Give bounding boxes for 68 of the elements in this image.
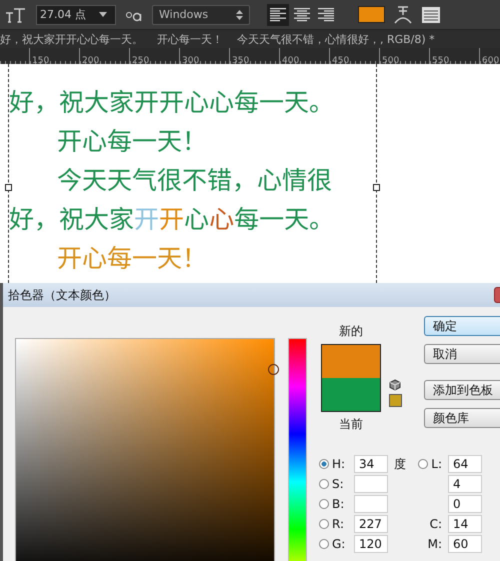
ruler-label: 200 [81,56,100,64]
close-button[interactable] [494,287,500,303]
text-tool-icon[interactable] [5,6,27,24]
align-button[interactable] [267,4,289,26]
input-field[interactable]: 227 [354,515,388,533]
radio-button[interactable] [319,459,329,469]
field-label: B: [331,497,346,511]
field-label: H: [331,457,346,471]
radio-button[interactable] [319,539,329,549]
dialog-button[interactable]: 添加到色板 [424,380,500,400]
input-field[interactable]: 64 [448,455,482,473]
resize-handle[interactable] [373,184,380,191]
input-field[interactable]: 60 [448,535,482,553]
align-left-icon [270,8,286,22]
field-label: C: [430,517,442,531]
input-field[interactable]: 120 [354,535,388,553]
new-label: 新的 [339,323,363,340]
cube-icon [389,379,401,391]
input-field[interactable]: 14 [448,515,482,533]
dropdown-icon [99,12,107,17]
input-field[interactable]: 34 [354,455,388,473]
font-size-field[interactable]: 27.04 点 [36,4,116,24]
ruler-label: 400 [281,56,300,64]
ruler-label: 250 [131,56,150,64]
text-line: 开心每一天！ [57,238,208,277]
text-color-swatch[interactable] [358,6,385,23]
color-picker-marker[interactable] [268,364,279,375]
ruler-label: 150 [31,56,50,64]
unit-label: 度 [394,456,406,470]
dialog-button[interactable]: 颜色库 [424,408,500,428]
new-color-swatch [322,345,380,378]
antialias-dropdown[interactable]: Windows [152,4,250,24]
ruler-label: 600 [481,56,500,64]
current-label: 当前 [339,416,363,433]
input-field[interactable]: 4 [448,475,482,493]
dialog-title: 拾色器（文本颜色） [8,286,116,304]
field-label: L: [431,457,442,471]
ruler-label: 350 [231,56,250,64]
ruler-label: 450 [331,56,350,64]
radio-button[interactable] [319,499,329,509]
ruler-label: 550 [431,56,450,64]
dialog-button[interactable]: 取消 [424,344,500,364]
dialog-button[interactable]: 确定 [424,316,500,336]
text-line: 今天天气很不错，心情很 [57,160,332,199]
input-field[interactable] [354,475,388,493]
current-color-swatch[interactable] [322,378,380,411]
resize-handle[interactable] [5,184,12,191]
radio-button[interactable] [418,459,428,469]
input-field[interactable] [354,495,388,513]
web-safe-color-swatch[interactable] [389,394,402,407]
align-center-icon [294,8,310,22]
field-label: G: [331,537,346,551]
spinner-icon [236,10,243,20]
field-label: R: [331,517,346,531]
warp-text-icon[interactable] [394,4,412,24]
input-field[interactable]: 0 [448,495,482,513]
text-line: 好，祝大家开开心心每一天。 [9,82,334,121]
radio-button[interactable] [319,519,329,529]
text-line: 好，祝大家开开心心每一天。 [9,199,334,238]
text-line: 开心每一天！ [57,121,208,160]
radio-button[interactable] [319,479,329,489]
align-right-icon [318,8,334,22]
ruler-label: 300 [181,56,200,64]
field-label: S: [331,477,345,491]
ruler-label: 500 [381,56,400,64]
hue-spectrum-bar[interactable] [288,338,307,561]
field-label: M: [428,537,442,551]
panel-icon[interactable] [421,6,441,24]
